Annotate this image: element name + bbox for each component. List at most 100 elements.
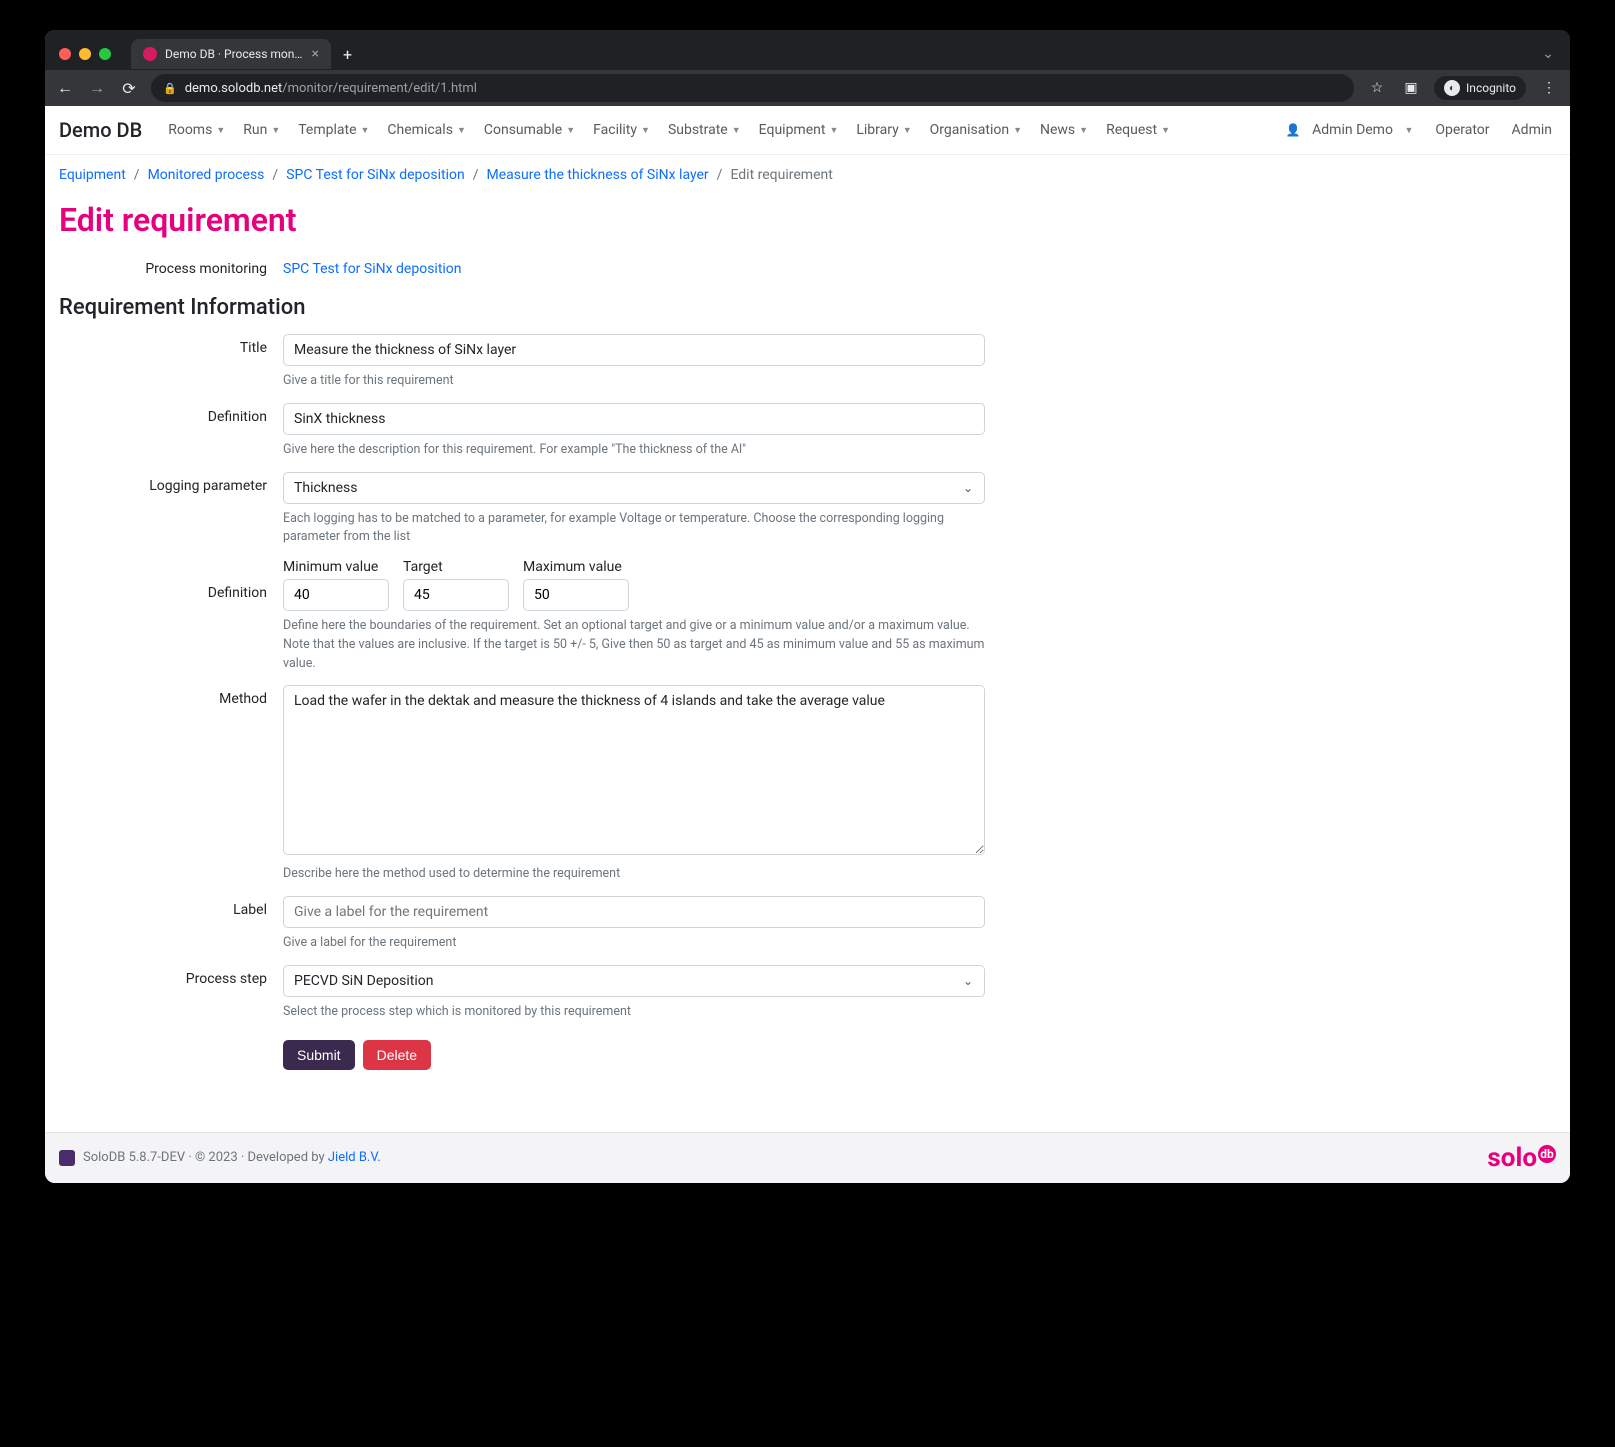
kebab-menu-icon[interactable]: ⋮ [1538,80,1560,96]
tab-favicon [143,47,157,61]
footer-text: SoloDB 5.8.7-DEV · © 2023 · Developed by… [83,1150,381,1165]
field-title-help: Give a title for this requirement [283,372,985,391]
nav-template[interactable]: Template▼ [290,116,377,144]
url-text: demo.solodb.net/monitor/requirement/edit… [185,81,477,96]
new-tab-button[interactable]: + [343,45,352,64]
user-icon: 👤 [1286,123,1301,137]
tabs-chevron-icon[interactable]: ⌄ [1542,46,1554,62]
forward-button[interactable]: → [87,78,107,98]
browser-chrome: Demo DB · Process monitoring × + ⌄ ← → ⟳… [45,30,1570,106]
field-logging-param-label: Logging parameter [59,472,283,548]
main-navbar: Demo DB Rooms▼ Run▼ Template▼ Chemicals▼… [45,106,1570,155]
url-input[interactable]: 🔒 demo.solodb.net/monitor/requirement/ed… [151,74,1354,102]
chevron-down-icon: ▼ [361,125,370,136]
lock-icon: 🔒 [163,82,177,95]
nav-admin[interactable]: Admin [1508,116,1556,144]
incognito-badge[interactable]: ◐ Incognito [1434,76,1526,100]
tab-bar: Demo DB · Process monitoring × + ⌄ [45,30,1570,70]
chevron-down-icon: ▼ [732,125,741,136]
minimize-window-button[interactable] [79,48,91,60]
reload-button[interactable]: ⟳ [119,79,139,98]
section-heading: Requirement Information [59,295,1556,320]
breadcrumb-equipment[interactable]: Equipment [59,167,126,183]
field-method-textarea[interactable]: Load the wafer in the dektak and measure… [283,685,985,855]
nav-consumable[interactable]: Consumable▼ [476,116,583,144]
field-bounds-row: Definition Minimum value Target Maximum … [59,559,985,673]
field-logging-param-select[interactable]: Thickness [283,472,985,504]
field-process-step-help: Select the process step which is monitor… [283,1003,985,1022]
field-definition-row: Definition Give here the description for… [59,403,985,460]
field-process-step-row: Process step PECVD SiN Deposition ⌄ Sele… [59,965,985,1022]
field-definition-help: Give here the description for this requi… [283,441,985,460]
window-controls [59,48,111,60]
field-title-input[interactable] [283,334,985,366]
field-label-input[interactable] [283,896,985,928]
max-label: Maximum value [523,559,629,575]
page-content: Edit requirement Process monitoring SPC … [45,201,1570,1132]
chevron-down-icon: ▼ [641,125,650,136]
field-definition-input[interactable] [283,403,985,435]
nav-rooms[interactable]: Rooms▼ [160,116,233,144]
breadcrumb: Equipment / Monitored process / SPC Test… [45,155,1570,195]
nav-facility[interactable]: Facility▼ [585,116,658,144]
field-method-row: Method Load the wafer in the dektak and … [59,685,985,884]
page-footer: SoloDB 5.8.7-DEV · © 2023 · Developed by… [45,1132,1570,1183]
bookmark-icon[interactable]: ☆ [1366,80,1388,96]
min-input[interactable] [283,579,389,611]
breadcrumb-spc-test[interactable]: SPC Test for SiNx deposition [286,167,465,183]
field-label-label: Label [59,896,283,953]
submit-button[interactable]: Submit [283,1040,355,1070]
field-logging-param-help: Each logging has to be matched to a para… [283,510,985,548]
nav-chemicals[interactable]: Chemicals▼ [379,116,473,144]
close-window-button[interactable] [59,48,71,60]
footer-left: SoloDB 5.8.7-DEV · © 2023 · Developed by… [59,1150,381,1166]
process-monitoring-link[interactable]: SPC Test for SiNx deposition [283,255,462,277]
breadcrumb-measure-thickness[interactable]: Measure the thickness of SiNx layer [487,167,709,183]
field-title-label: Title [59,334,283,391]
navbar-right: 👤 Admin Demo ▼ Operator Admin [1282,116,1556,144]
chevron-down-icon: ▼ [1404,125,1413,136]
delete-button[interactable]: Delete [363,1040,431,1070]
field-label-help: Give a label for the requirement [283,934,985,953]
browser-tab[interactable]: Demo DB · Process monitoring × [131,39,331,69]
chevron-down-icon: ▼ [1161,125,1170,136]
nav-organisation[interactable]: Organisation▼ [922,116,1030,144]
chevron-down-icon: ▼ [216,125,225,136]
nav-request[interactable]: Request▼ [1098,116,1178,144]
browser-window: Demo DB · Process monitoring × + ⌄ ← → ⟳… [45,30,1570,1183]
back-button[interactable]: ← [55,78,75,98]
chevron-down-icon: ▼ [829,125,838,136]
breadcrumb-monitored-process[interactable]: Monitored process [148,167,265,183]
nav-library[interactable]: Library▼ [848,116,919,144]
target-input[interactable] [403,579,509,611]
nav-operator[interactable]: Operator [1431,116,1493,144]
nav-equipment[interactable]: Equipment▼ [751,116,847,144]
panel-icon[interactable]: ▣ [1400,80,1422,96]
maximize-window-button[interactable] [99,48,111,60]
field-method-label: Method [59,685,283,884]
chevron-down-icon: ▼ [903,125,912,136]
field-method-help: Describe here the method used to determi… [283,865,985,884]
page-title: Edit requirement [59,201,1556,239]
address-bar: ← → ⟳ 🔒 demo.solodb.net/monitor/requirem… [45,70,1570,106]
field-process-step-select[interactable]: PECVD SiN Deposition [283,965,985,997]
button-row: Submit Delete [59,1034,985,1070]
field-label-row: Label Give a label for the requirement [59,896,985,953]
navbar-brand[interactable]: Demo DB [59,118,142,142]
chevron-down-icon: ▼ [457,125,466,136]
chevron-down-icon: ▼ [1079,125,1088,136]
footer-logo-icon [59,1150,75,1166]
process-monitoring-row: Process monitoring SPC Test for SiNx dep… [59,255,1556,277]
chevron-down-icon: ▼ [1013,125,1022,136]
nav-run[interactable]: Run▼ [235,116,288,144]
close-tab-icon[interactable]: × [312,46,319,62]
nav-user-menu[interactable]: 👤 Admin Demo ▼ [1282,116,1418,144]
max-input[interactable] [523,579,629,611]
chevron-down-icon: ▼ [566,125,575,136]
field-bounds-label: Definition [59,559,283,673]
footer-link[interactable]: Jield B.V. [328,1150,381,1165]
nav-news[interactable]: News▼ [1032,116,1096,144]
chevron-down-icon: ▼ [271,125,280,136]
nav-substrate[interactable]: Substrate▼ [660,116,749,144]
field-definition-label: Definition [59,403,283,460]
